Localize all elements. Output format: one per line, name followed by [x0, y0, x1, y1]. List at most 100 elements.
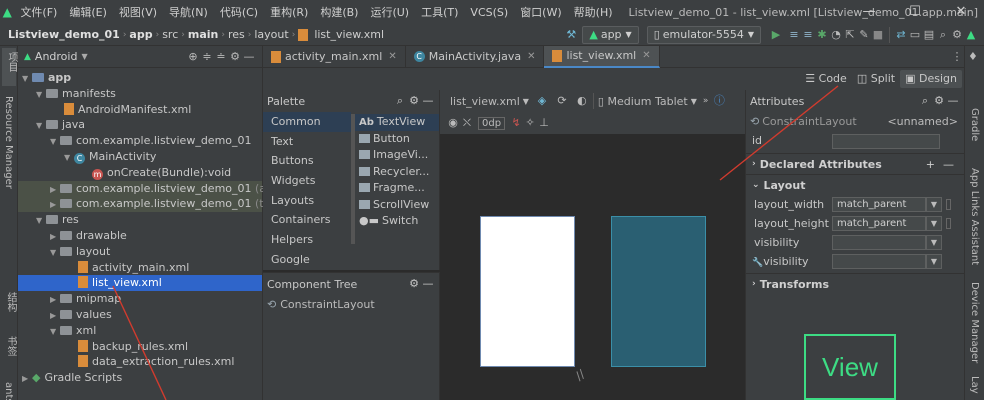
debug-icon[interactable]: ✱	[815, 28, 829, 42]
project-tool-button[interactable]: 项目	[2, 48, 17, 86]
sdk-manager-icon[interactable]: ▤	[922, 28, 936, 42]
palette-item-textview[interactable]: Ab TextView	[355, 114, 439, 131]
apply-code-icon[interactable]: ≡	[801, 28, 815, 42]
tree-item-app[interactable]: ▼ app	[18, 70, 262, 86]
bookmarks-tool[interactable]: 书签	[3, 336, 18, 356]
tree-item-xml[interactable]: ▼ xml	[18, 323, 262, 339]
night-mode-icon[interactable]: ◐	[575, 94, 589, 108]
hammer-icon[interactable]: ⚒	[564, 28, 578, 42]
design-preview-screen[interactable]	[480, 216, 575, 367]
search-icon[interactable]: ⌕	[918, 94, 932, 108]
tree-item-drawable[interactable]: ▶ drawable	[18, 228, 262, 244]
tab-list-view[interactable]: list_view.xml ✕	[544, 45, 660, 68]
id-input[interactable]	[832, 134, 940, 149]
layout-section[interactable]: ⌄ Layout	[746, 174, 964, 195]
breadcrumb-project[interactable]: Listview_demo_01	[6, 28, 122, 41]
app-links-assistant-tool[interactable]: App Links Assistant	[969, 168, 980, 265]
gradle-tool[interactable]: Gradle	[969, 108, 980, 141]
breadcrumb-res[interactable]: res	[226, 28, 247, 41]
menu-vcs[interactable]: VCS(S)	[464, 6, 514, 19]
menu-build[interactable]: 构建(B)	[314, 4, 364, 20]
orientation-icon[interactable]: ⟳	[555, 94, 569, 108]
android-logo-icon[interactable]: ▲	[964, 28, 978, 42]
hide-icon[interactable]: —	[242, 50, 256, 64]
close-icon[interactable]: ✕	[938, 0, 984, 24]
breadcrumb-app[interactable]: app	[127, 28, 154, 41]
visibility-select[interactable]	[832, 235, 926, 250]
gear-icon[interactable]: ⚙	[407, 94, 421, 108]
clear-constraints-icon[interactable]: ↯	[509, 116, 523, 130]
eye-icon[interactable]: ◉	[446, 116, 460, 130]
device-manager-icon[interactable]: ▭	[908, 28, 922, 42]
resize-handle-icon[interactable]: ∕∕	[573, 367, 588, 383]
coverage-icon[interactable]: ✎	[857, 28, 871, 42]
profile-icon[interactable]: ◔	[829, 28, 843, 42]
palette-category-google[interactable]: Google	[263, 250, 351, 270]
design-canvas[interactable]: ∕∕	[440, 134, 745, 400]
minimize-icon[interactable]: —	[846, 0, 892, 24]
palette-category-text[interactable]: Text	[263, 132, 351, 152]
tree-item-package-android-test[interactable]: ▶com.example.listview_demo_01 (android	[18, 180, 301, 197]
transforms-section[interactable]: › Transforms	[746, 273, 964, 294]
menu-tools[interactable]: 工具(T)	[415, 4, 464, 20]
layout-height-input[interactable]: match_parent	[832, 216, 926, 231]
palette-category-containers[interactable]: Containers	[263, 210, 351, 230]
breadcrumb-layout[interactable]: layout	[252, 28, 290, 41]
collapse-all-icon[interactable]: ≐	[214, 50, 228, 64]
palette-item-switch[interactable]: ●▬ Switch	[355, 213, 439, 230]
layout-file-select[interactable]: list_view.xml	[450, 95, 520, 108]
chevron-down-icon[interactable]: ▼	[926, 197, 942, 212]
palette-category-widgets[interactable]: Widgets	[263, 171, 351, 191]
close-icon[interactable]: ✕	[527, 51, 535, 62]
breadcrumb-main[interactable]: main	[186, 28, 221, 41]
stop-icon[interactable]: ■	[871, 28, 885, 42]
target-icon[interactable]: ⊕	[186, 50, 200, 64]
autoconnect-icon[interactable]: ⛌	[460, 116, 474, 130]
menu-refactor[interactable]: 重构(R)	[264, 4, 314, 20]
menu-view[interactable]: 视图(V)	[113, 4, 163, 20]
chevron-down-icon[interactable]: ▼	[926, 216, 942, 231]
menu-file[interactable]: 文件(F)	[14, 4, 63, 20]
tree-item-values[interactable]: ▶ values	[18, 307, 262, 323]
breadcrumb-src[interactable]: src	[160, 28, 180, 41]
resource-picker-icon[interactable]	[946, 199, 951, 210]
palette-item-imageview[interactable]: ImageVi...	[355, 147, 439, 164]
guidelines-icon[interactable]: ⊥	[537, 116, 551, 130]
info-icon[interactable]: ⓘ	[712, 94, 726, 108]
apply-changes-icon[interactable]: ≡	[787, 28, 801, 42]
device-select[interactable]: ▯ emulator-5554 ▼	[646, 25, 761, 44]
more-icon[interactable]: »	[703, 96, 709, 106]
notifications-icon[interactable]: ♦	[968, 50, 978, 63]
chevron-down-icon[interactable]: ▼	[926, 254, 942, 269]
tree-item-res[interactable]: ▼ res	[18, 212, 262, 228]
breadcrumb-file[interactable]: list_view.xml	[312, 28, 386, 41]
palette-item-fragment[interactable]: Fragme...	[355, 180, 439, 197]
gear-icon[interactable]: ⚙	[932, 94, 946, 108]
default-margin-field[interactable]: 0dp	[478, 116, 506, 130]
tree-item-backup-rules[interactable]: backup_rules.xml	[18, 339, 262, 355]
menu-window[interactable]: 窗口(W)	[514, 4, 567, 20]
palette-item-button[interactable]: Button	[355, 131, 439, 148]
search-icon[interactable]: ⌕	[393, 94, 407, 108]
device-preview-select[interactable]: ▯ Medium Tablet ▼	[598, 95, 697, 108]
more-tabs-icon[interactable]: ⋮	[950, 50, 964, 64]
search-everywhere-icon[interactable]: ⌕	[936, 28, 950, 42]
run-config-select[interactable]: ▲ app ▼	[582, 25, 639, 44]
tree-item-data-extraction-rules[interactable]: data_extraction_rules.xml	[18, 354, 262, 370]
hide-icon[interactable]: —	[946, 94, 960, 108]
design-mode-button[interactable]: ▣ Design	[900, 70, 962, 88]
remove-attribute-icon[interactable]: —	[943, 154, 954, 175]
palette-category-helpers[interactable]: Helpers	[263, 230, 351, 250]
palette-item-scrollview[interactable]: ScrollView	[355, 197, 439, 214]
tree-item-gradle-scripts[interactable]: ▶ ◆ Gradle Scripts	[18, 370, 262, 386]
tab-mainactivity[interactable]: C MainActivity.java ✕	[406, 45, 545, 68]
infer-constraints-icon[interactable]: ✧	[523, 116, 537, 130]
menu-help[interactable]: 帮助(H)	[568, 4, 619, 20]
tree-item-package-test[interactable]: ▶com.example.listview_demo_01 (test)	[18, 196, 285, 213]
component-tree-root[interactable]: ⟲ ConstraintLayout	[263, 295, 439, 313]
tree-item-manifests[interactable]: ▼ manifests	[18, 86, 262, 102]
menu-run[interactable]: 运行(U)	[364, 4, 415, 20]
sync-icon[interactable]: ⇄	[894, 28, 908, 42]
device-manager-tool[interactable]: Device Manager	[969, 282, 980, 363]
resource-manager-tool[interactable]: Resource Manager	[3, 96, 14, 189]
